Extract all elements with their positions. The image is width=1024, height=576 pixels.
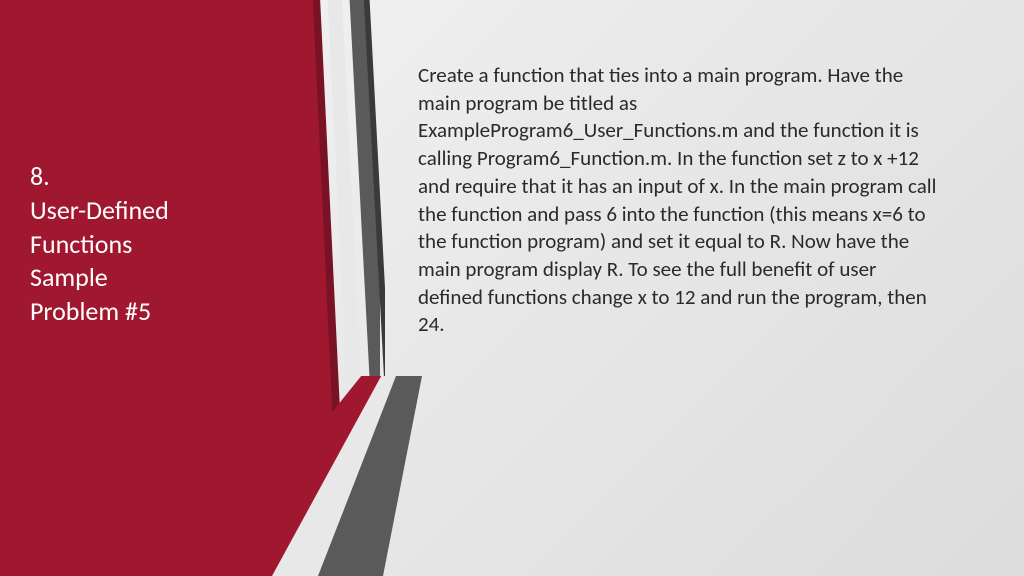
title-line-4: Problem #5 <box>30 295 270 329</box>
title-number: 8. <box>30 160 270 194</box>
title-line-3: Sample <box>30 261 270 295</box>
slide-title: 8. User-Defined Functions Sample Problem… <box>30 160 270 329</box>
title-line-2: Functions <box>30 228 270 262</box>
slide-body-text: Create a function that ties into a main … <box>418 62 943 339</box>
title-line-1: User-Defined <box>30 194 270 228</box>
